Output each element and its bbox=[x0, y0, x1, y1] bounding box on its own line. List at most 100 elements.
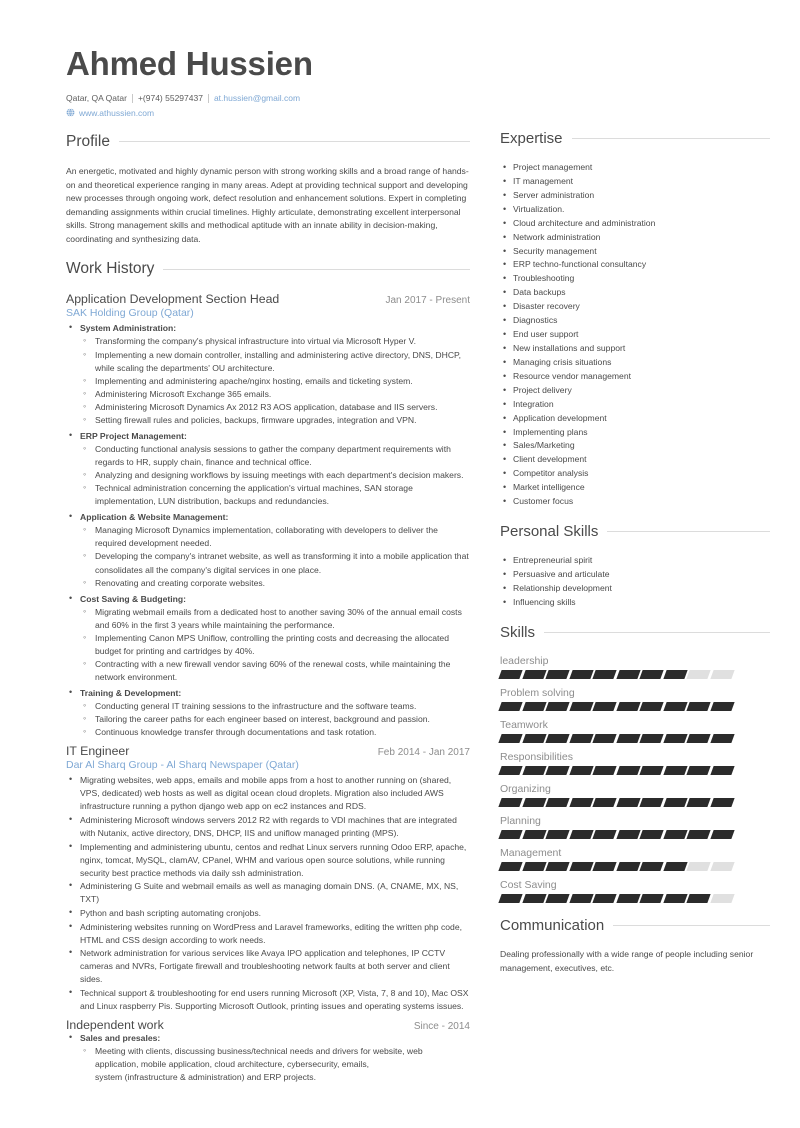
skill-rating: Teamwork bbox=[498, 719, 770, 743]
skill-bar-segment bbox=[521, 797, 547, 807]
skill-bar-segment bbox=[545, 733, 570, 743]
skill-bar-segment bbox=[709, 893, 735, 903]
skill-bar-segment bbox=[592, 669, 617, 679]
job-subbullet: Meeting with clients, discussing busines… bbox=[80, 1044, 470, 1084]
job-company: SAK Holding Group (Qatar) bbox=[66, 307, 194, 320]
skill-bar-segment bbox=[592, 861, 617, 871]
heading-rule bbox=[607, 531, 770, 533]
job-subbullet-list: Conducting general IT training sessions … bbox=[80, 699, 470, 739]
job-bullet-group: Cost Saving & Budgeting:Migrating webmai… bbox=[66, 592, 470, 684]
skill-bar-segment bbox=[568, 829, 594, 839]
job-date: Feb 2014 - Jan 2017 bbox=[377, 747, 470, 759]
website-url[interactable]: www.athussien.com bbox=[79, 107, 154, 119]
job-bullet: Migrating websites, web apps, emails and… bbox=[66, 773, 470, 813]
expertise-item: ERP techno-functional consultancy bbox=[500, 257, 770, 272]
skill-bar-segment bbox=[639, 669, 664, 679]
skill-bar-segment bbox=[592, 765, 617, 775]
section-heading-communication: Communication bbox=[500, 917, 770, 934]
work-history-entry: Independent workSince - 2014Sales and pr… bbox=[66, 1018, 470, 1084]
skill-bar-segment bbox=[568, 733, 594, 743]
job-subbullet: Implementing Canon MPS Uniflow, controll… bbox=[80, 631, 470, 658]
skill-bar-segment bbox=[498, 765, 523, 775]
expertise-item: New installations and support bbox=[500, 341, 770, 356]
skill-bar bbox=[498, 829, 770, 839]
skill-bar-segment bbox=[521, 861, 547, 871]
job-subbullet: Conducting general IT training sessions … bbox=[80, 699, 470, 713]
skill-rating: Cost Saving bbox=[498, 879, 770, 903]
work-history-entry: Application Development Section Head Jan … bbox=[66, 292, 470, 739]
job-subbullet: Migrating webmail emails from a dedicate… bbox=[80, 605, 470, 632]
skill-bar-segment bbox=[545, 765, 570, 775]
job-group-heading: System Administration: bbox=[80, 323, 177, 334]
expertise-item: Customer focus bbox=[500, 494, 770, 509]
section-heading-expertise: Expertise bbox=[500, 130, 770, 147]
skill-name: Problem solving bbox=[500, 686, 575, 699]
job-bullet: Implementing and administering ubuntu, c… bbox=[66, 840, 470, 880]
contact-email[interactable]: at.hussien@gmail.com bbox=[214, 92, 300, 104]
job-bullet: Network administration for various servi… bbox=[66, 946, 470, 986]
job-subbullet: Administering Microsoft Exchange 365 ema… bbox=[80, 387, 470, 401]
job-subbullet: Continuous knowledge transfer through do… bbox=[80, 725, 470, 739]
skill-bar-segment bbox=[498, 669, 523, 679]
skill-bar-segment bbox=[686, 861, 711, 871]
job-date: Since - 2014 bbox=[413, 1020, 470, 1032]
skill-bar-segment bbox=[545, 701, 570, 711]
expertise-item: Sales/Marketing bbox=[500, 438, 770, 453]
expertise-item: Network administration bbox=[500, 230, 770, 245]
contact-line: Qatar, QA Qatar +(974) 55297437 at.hussi… bbox=[66, 92, 470, 104]
job-group-heading: Sales and presales: bbox=[80, 1032, 161, 1043]
skill-bar-segment bbox=[521, 829, 547, 839]
skill-bar bbox=[498, 669, 770, 679]
skill-bar-segment bbox=[709, 765, 735, 775]
page-title: Ahmed Hussien bbox=[66, 45, 313, 82]
sidebar-column: Expertise Project managementIT managemen… bbox=[470, 0, 800, 1089]
expertise-item: Integration bbox=[500, 397, 770, 412]
heading-rule bbox=[544, 631, 770, 633]
skill-rating: Responsibilities bbox=[498, 751, 770, 775]
section-title: Skills bbox=[500, 623, 536, 641]
skill-bar-segment bbox=[592, 701, 617, 711]
job-subbullet: Technical administration concerning the … bbox=[80, 481, 470, 508]
section-title: Communication bbox=[500, 916, 605, 934]
expertise-item: Disaster recovery bbox=[500, 299, 770, 314]
job-subbullet: Transforming the company's physical infr… bbox=[80, 334, 470, 348]
job-subbullet: Managing Microsoft Dynamics implementati… bbox=[80, 523, 470, 550]
skill-bar-segment bbox=[709, 861, 735, 871]
expertise-item: End user support bbox=[500, 327, 770, 342]
skill-bar-segment bbox=[521, 669, 547, 679]
skills-rating-list: leadership Problem solving Teamwork Respons… bbox=[498, 655, 770, 903]
skill-bar-segment bbox=[615, 829, 641, 839]
section-title: Profile bbox=[66, 132, 110, 150]
job-subbullet: Renovating and creating corporate websit… bbox=[80, 576, 470, 590]
skill-bar-segment bbox=[592, 893, 617, 903]
skill-bar-segment bbox=[686, 829, 711, 839]
contact-separator bbox=[131, 93, 133, 103]
heading-rule bbox=[571, 138, 770, 139]
job-bullet-group: System Administration:Transforming the c… bbox=[66, 321, 470, 427]
expertise-item: Project management bbox=[500, 160, 770, 175]
section-title: Work History bbox=[66, 260, 155, 278]
skill-bar-segment bbox=[545, 861, 570, 871]
section-heading-profile: Profile bbox=[66, 133, 470, 151]
expertise-item: Competitor analysis bbox=[500, 466, 770, 481]
skill-bar-segment bbox=[498, 733, 523, 743]
skill-bar-segment bbox=[686, 765, 711, 775]
heading-rule bbox=[118, 141, 470, 143]
expertise-item: Security management bbox=[500, 244, 770, 259]
skill-rating: leadership bbox=[498, 655, 770, 679]
job-subbullet-list: Conducting functional analysis sessions … bbox=[80, 442, 470, 508]
job-header: Independent work Since - 2014 bbox=[66, 1018, 470, 1032]
skill-bar-segment bbox=[639, 701, 664, 711]
job-subbullet: Developing the company's intranet websit… bbox=[80, 549, 470, 576]
skill-bar-segment bbox=[662, 893, 688, 903]
skill-bar-segment bbox=[615, 893, 641, 903]
skill-rating: Problem solving bbox=[498, 686, 770, 711]
job-subbullet-list: Transforming the company's physical infr… bbox=[80, 334, 470, 426]
skill-bar-segment bbox=[521, 893, 547, 903]
skill-bar-segment bbox=[686, 797, 711, 807]
skill-bar-segment bbox=[662, 797, 688, 807]
skill-bar-segment bbox=[662, 829, 688, 839]
skill-bar-segment bbox=[498, 701, 523, 711]
skill-bar-segment bbox=[639, 733, 664, 743]
skill-rating: Organizing bbox=[498, 783, 770, 807]
